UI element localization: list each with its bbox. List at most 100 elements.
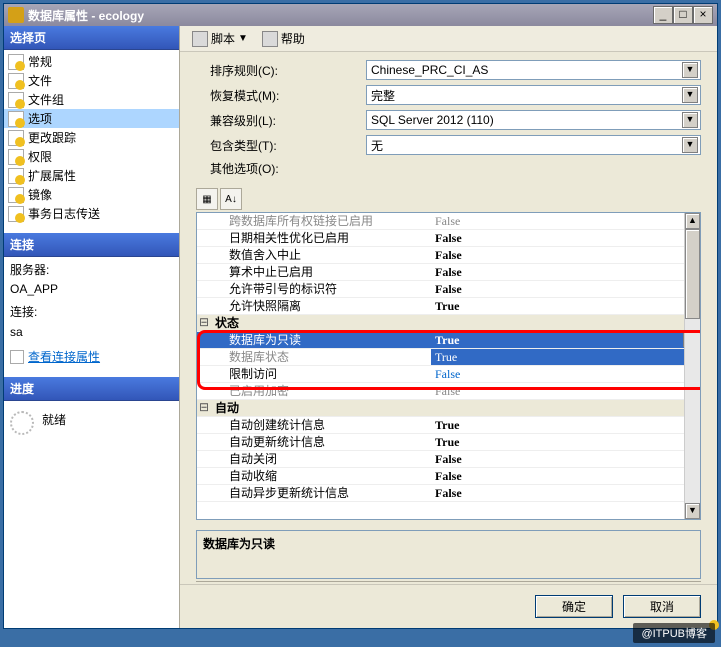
grid-value[interactable]: False [431, 264, 700, 280]
grid-group[interactable]: ⊟自动 [197, 400, 700, 417]
grid-name: 自动异步更新统计信息 [211, 485, 431, 501]
expand-toggle [197, 247, 211, 263]
chevron-down-icon[interactable]: ▼ [682, 112, 698, 128]
collation-combo[interactable]: Chinese_PRC_CI_AS ▼ [366, 60, 701, 80]
cancel-button[interactable]: 取消 [623, 595, 701, 618]
expand-toggle[interactable]: ⊟ [197, 400, 211, 416]
view-connection-link[interactable]: 查看连接属性 [28, 348, 100, 367]
scroll-thumb[interactable] [685, 229, 700, 319]
conn-value: sa [10, 323, 173, 342]
recovery-label: 恢复模式(M): [210, 87, 366, 104]
scroll-up-button[interactable]: ▲ [685, 213, 700, 229]
grid-row[interactable]: 自动更新统计信息True [197, 434, 700, 451]
progress-status: 就绪 [42, 411, 66, 428]
progress-section: 就绪 [4, 401, 179, 628]
grid-categorize-button[interactable]: ▦ [196, 188, 218, 210]
grid-value[interactable]: False [431, 468, 700, 484]
expand-toggle [197, 230, 211, 246]
containment-label: 包含类型(T): [210, 137, 366, 154]
grid-name: 自动 [211, 400, 431, 416]
grid-row[interactable]: 日期相关性优化已启用False [197, 230, 700, 247]
page-icon [8, 187, 24, 203]
tree-item-label: 更改跟踪 [28, 129, 76, 146]
chevron-down-icon[interactable]: ▼ [682, 87, 698, 103]
grid-value[interactable]: False [431, 247, 700, 263]
grid-row[interactable]: 数据库为只读True▼ [197, 332, 700, 349]
page-icon [8, 54, 24, 70]
close-button[interactable]: × [693, 6, 713, 24]
grid-value[interactable]: True [431, 434, 700, 450]
grid-row[interactable]: 允许带引号的标识符False [197, 281, 700, 298]
grid-sort-button[interactable]: A↓ [220, 188, 242, 210]
expand-toggle [197, 468, 211, 484]
grid-row[interactable]: 自动异步更新统计信息False [197, 485, 700, 502]
grid-value[interactable]: False [431, 366, 700, 382]
grid-value[interactable]: True▼ [431, 332, 700, 348]
tree-item[interactable]: 扩展属性 [4, 166, 179, 185]
grid-row[interactable]: 数值舍入中止False [197, 247, 700, 264]
recovery-combo[interactable]: 完整 ▼ [366, 85, 701, 105]
window-title: 数据库属性 - ecology [28, 7, 653, 24]
expand-toggle [197, 485, 211, 501]
grid-value[interactable]: False [431, 485, 700, 501]
tree-item-label: 文件组 [28, 91, 64, 108]
maximize-button[interactable]: □ [673, 6, 693, 24]
tree-item[interactable]: 文件组 [4, 90, 179, 109]
grid-value[interactable]: True [431, 417, 700, 433]
tree-item[interactable]: 镜像 [4, 185, 179, 204]
grid-value[interactable]: False [431, 383, 700, 399]
select-page-header: 选择页 [4, 26, 179, 50]
scroll-down-button[interactable]: ▼ [685, 503, 700, 519]
toolbar: 脚本 ▼ 帮助 [180, 26, 717, 52]
grid-row[interactable]: 数据库状态True [197, 349, 700, 366]
grid-value[interactable]: False [431, 281, 700, 297]
grid-row[interactable]: 自动收缩False [197, 468, 700, 485]
page-icon [8, 73, 24, 89]
grid-group[interactable]: ⊟状态 [197, 315, 700, 332]
minimize-button[interactable]: _ [653, 6, 673, 24]
grid-name: 算术中止已启用 [211, 264, 431, 280]
grid-scrollbar[interactable]: ▲ ▼ [684, 213, 700, 519]
conn-label: 连接: [10, 303, 173, 322]
grid-row[interactable]: 算术中止已启用False [197, 264, 700, 281]
grid-row[interactable]: 允许快照隔离True [197, 298, 700, 315]
expand-toggle [197, 434, 211, 450]
titlebar[interactable]: 数据库属性 - ecology _ □ × [4, 4, 717, 26]
tree-item[interactable]: 更改跟踪 [4, 128, 179, 147]
grid-row[interactable]: 限制访问False [197, 366, 700, 383]
expand-toggle[interactable]: ⊟ [197, 315, 211, 331]
grid-row[interactable]: 跨数据库所有权链接已启用False [197, 213, 700, 230]
tree-item[interactable]: 文件 [4, 71, 179, 90]
grid-value[interactable]: False [431, 230, 700, 246]
script-button[interactable]: 脚本 ▼ [188, 28, 252, 49]
page-icon [8, 206, 24, 222]
grid-row[interactable]: 自动关闭False [197, 451, 700, 468]
connection-info: 服务器: OA_APP 连接: sa 查看连接属性 [4, 257, 179, 377]
server-value: OA_APP [10, 280, 173, 299]
help-button[interactable]: 帮助 [258, 28, 309, 49]
chevron-down-icon[interactable]: ▼ [682, 62, 698, 78]
grid-row[interactable]: 已启用加密False [197, 383, 700, 400]
tree-item[interactable]: 事务日志传送 [4, 204, 179, 223]
expand-toggle [197, 417, 211, 433]
ok-button[interactable]: 确定 [535, 595, 613, 618]
expand-toggle [197, 349, 211, 365]
script-icon [192, 31, 208, 47]
containment-combo[interactable]: 无 ▼ [366, 135, 701, 155]
chevron-down-icon[interactable]: ▼ [682, 137, 698, 153]
connection-header: 连接 [4, 233, 179, 257]
grid-row[interactable]: 自动创建统计信息True [197, 417, 700, 434]
grid-value[interactable]: True [431, 349, 700, 365]
grid-value[interactable]: True [431, 298, 700, 314]
tree-item[interactable]: 常规 [4, 52, 179, 71]
grid-name: 状态 [211, 315, 431, 331]
tree-item[interactable]: 权限 [4, 147, 179, 166]
compat-combo[interactable]: SQL Server 2012 (110) ▼ [366, 110, 701, 130]
tree-item-label: 权限 [28, 148, 52, 165]
expand-toggle [197, 264, 211, 280]
grid-value[interactable]: False [431, 451, 700, 467]
tree-item[interactable]: 选项 [4, 109, 179, 128]
dialog-buttons: 确定 取消 [180, 584, 717, 628]
grid-value[interactable]: False [431, 213, 700, 229]
property-grid[interactable]: 跨数据库所有权链接已启用False日期相关性优化已启用False数值舍入中止Fa… [196, 212, 701, 520]
